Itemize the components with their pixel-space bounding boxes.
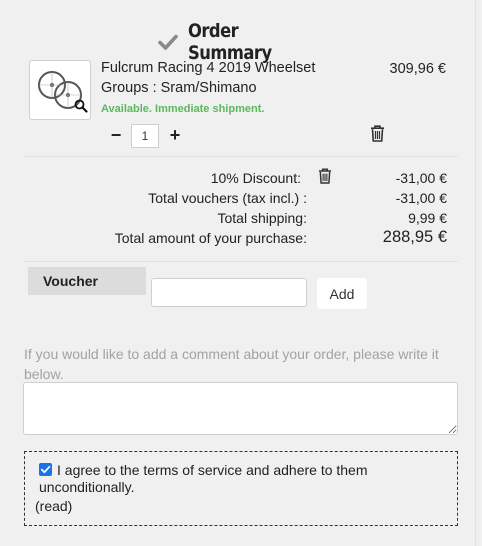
divider [24, 261, 458, 262]
total-label: Total amount of your purchase: [114, 230, 307, 246]
discount-label: 10% Discount: [210, 170, 301, 186]
total-value: 288,95 € [382, 228, 447, 246]
availability-status: Available. Immediate shipment. [101, 103, 265, 115]
comment-prompt: If you would like to add a comment about… [24, 346, 439, 382]
order-summary-header: Order Summary [0, 20, 476, 64]
comment-textarea[interactable] [23, 382, 458, 435]
shipping-value: 9,99 € [408, 210, 447, 226]
terms-text: I agree to the terms of service and adhe… [39, 462, 368, 495]
page-title: Order Summary [188, 20, 272, 64]
shipping-label: Total shipping: [217, 210, 307, 226]
add-voucher-button[interactable]: Add [317, 278, 367, 309]
vouchers-label: Total vouchers (tax incl.) : [148, 190, 307, 206]
magnifier-icon[interactable] [74, 99, 88, 118]
product-price: 309,96 € [389, 61, 446, 77]
quantity-increase-button[interactable]: + [167, 126, 183, 144]
checkmark-icon [158, 34, 178, 50]
voucher-input[interactable] [151, 278, 307, 307]
trash-icon[interactable] [370, 125, 385, 147]
quantity-decrease-button[interactable]: − [108, 126, 124, 144]
terms-read-link[interactable]: (read) [35, 498, 72, 514]
divider [24, 156, 458, 157]
voucher-label: Voucher [28, 267, 146, 295]
vouchers-value: -31,00 € [395, 190, 447, 206]
product-name[interactable]: Fulcrum Racing 4 2019 Wheelset [101, 60, 315, 76]
product-thumbnail[interactable] [29, 60, 91, 120]
order-summary-panel: Order Summary Fulcrum Racing 4 2019 Whee… [0, 0, 476, 546]
product-group: Groups : Sram/Shimano [101, 80, 257, 96]
discount-value: -31,00 € [395, 170, 447, 186]
quantity-input[interactable] [131, 124, 159, 148]
remove-discount-trash-icon[interactable] [318, 168, 332, 189]
